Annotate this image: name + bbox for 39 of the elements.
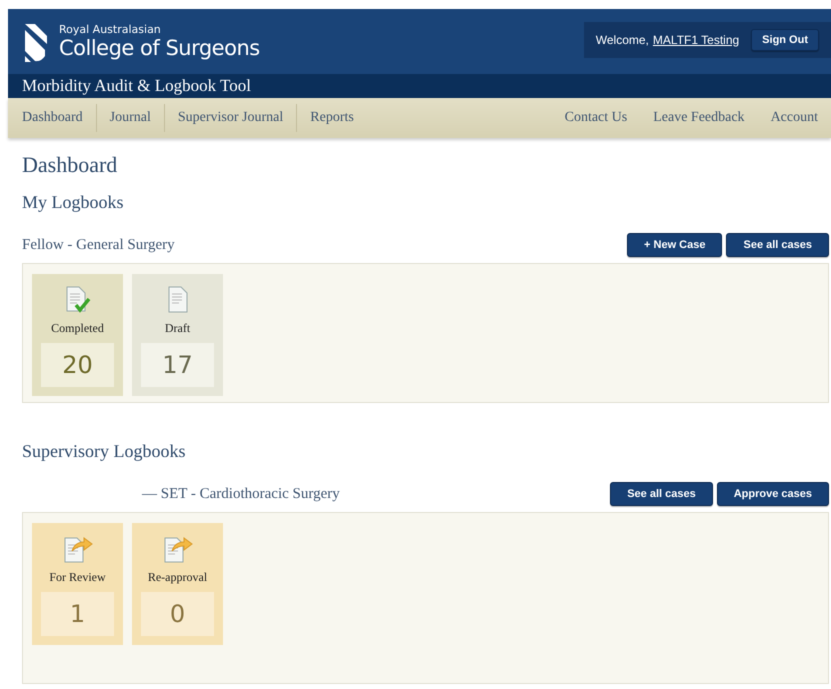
- tile-label: Draft: [164, 321, 190, 336]
- section-heading: Supervisory Logbooks: [22, 441, 186, 462]
- nav-link[interactable]: Account: [758, 104, 831, 132]
- status-tile[interactable]: For Review 1: [32, 523, 123, 645]
- case-count: 1: [41, 592, 114, 636]
- tile-label: For Review: [49, 570, 106, 585]
- document-check-icon: [64, 286, 90, 314]
- section-heading: My Logbooks: [22, 192, 125, 213]
- status-tile[interactable]: Re-approval 0: [132, 523, 223, 645]
- case-count: 20: [41, 343, 114, 387]
- welcome-text: Welcome,: [596, 32, 649, 46]
- nav-link[interactable]: Journal: [96, 104, 165, 132]
- nav-link[interactable]: Supervisor Journal: [164, 104, 298, 132]
- document-arrow-icon: [162, 535, 192, 563]
- status-tile[interactable]: Completed 20: [32, 274, 123, 396]
- action-button[interactable]: See all cases: [610, 482, 713, 506]
- case-count: 0: [141, 592, 214, 636]
- action-button[interactable]: + New Case: [627, 233, 722, 257]
- document-arrow-icon: [62, 535, 92, 563]
- tile-label: Completed: [51, 321, 104, 336]
- organisation-name: College of Surgeons: [59, 36, 260, 60]
- tile-label: Re-approval: [148, 570, 208, 585]
- logbook-title: Fellow - General Surgery: [22, 236, 175, 254]
- organisation-subtitle: Royal Australasian: [59, 23, 162, 36]
- nav-link[interactable]: Dashboard: [8, 104, 97, 132]
- logbook-title: — SET - Cardiothoracic Surgery: [141, 486, 340, 502]
- nav-link[interactable]: Leave Feedback: [640, 104, 758, 132]
- page-title: Dashboard: [22, 152, 118, 178]
- nav-link[interactable]: Contact Us: [552, 104, 640, 132]
- status-tile[interactable]: Draft 17: [132, 274, 223, 396]
- sign-out-button[interactable]: Sign Out: [751, 28, 819, 50]
- nav-link[interactable]: Reports: [297, 104, 367, 132]
- app-title: Morbidity Audit & Logbook Tool: [22, 76, 251, 96]
- case-count: 17: [141, 343, 214, 387]
- document-icon: [166, 286, 188, 314]
- shield-logo-icon: [23, 22, 49, 62]
- user-link[interactable]: MALTF1 Testing: [652, 32, 740, 46]
- action-button[interactable]: Approve cases: [716, 482, 829, 506]
- action-button[interactable]: See all cases: [726, 233, 829, 257]
